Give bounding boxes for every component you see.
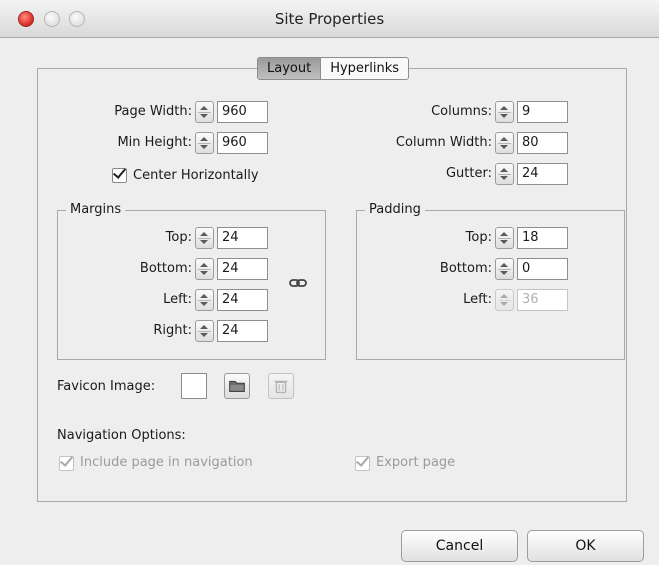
include-in-navigation-label: Include page in navigation xyxy=(80,455,253,470)
margins-group-title: Margins xyxy=(66,201,126,219)
tab-hyperlinks[interactable]: Hyperlinks xyxy=(320,58,408,79)
padding-left-label: Left: xyxy=(463,292,492,307)
margin-right-field[interactable]: 24 xyxy=(217,320,268,342)
include-in-navigation-checkbox[interactable] xyxy=(59,453,74,471)
margin-right-stepper[interactable] xyxy=(195,320,214,342)
page-width-stepper[interactable] xyxy=(195,101,214,123)
margin-top-field[interactable]: 24 xyxy=(217,227,268,249)
navigation-options-title: Navigation Options: xyxy=(57,428,186,443)
window-title: Site Properties xyxy=(274,10,385,28)
padding-left-field[interactable]: 36 xyxy=(517,289,568,311)
column-width-field[interactable]: 80 xyxy=(517,132,568,154)
browse-favicon-button[interactable] xyxy=(224,373,250,399)
page-width-label: Page Width: xyxy=(114,104,192,119)
padding-top-field[interactable]: 18 xyxy=(517,227,568,249)
link-icon[interactable] xyxy=(289,277,307,289)
favicon-preview xyxy=(181,373,207,399)
export-page-checkbox[interactable] xyxy=(355,453,370,471)
padding-left-stepper[interactable] xyxy=(495,289,514,311)
margin-top-label: Top: xyxy=(165,230,192,245)
center-horizontally-checkbox[interactable] xyxy=(112,165,127,183)
min-height-label: Min Height: xyxy=(117,135,192,150)
padding-bottom-field[interactable]: 0 xyxy=(517,258,568,280)
center-horizontally-label: Center Horizontally xyxy=(133,168,259,183)
title-bar: Site Properties xyxy=(0,0,659,38)
page-width-field[interactable]: 960 xyxy=(217,101,268,123)
margin-left-field[interactable]: 24 xyxy=(217,289,268,311)
min-height-stepper[interactable] xyxy=(195,132,214,154)
trash-icon xyxy=(274,380,288,394)
favicon-label: Favicon Image: xyxy=(57,379,156,394)
ok-button[interactable]: OK xyxy=(527,530,644,562)
gutter-stepper[interactable] xyxy=(495,163,514,185)
column-width-label: Column Width: xyxy=(395,135,492,150)
margin-bottom-stepper[interactable] xyxy=(195,258,214,280)
export-page-label: Export page xyxy=(376,455,456,470)
margin-bottom-label: Bottom: xyxy=(139,261,192,276)
margin-right-label: Right: xyxy=(153,323,192,338)
delete-favicon-button[interactable] xyxy=(268,373,294,399)
gutter-field[interactable]: 24 xyxy=(517,163,568,185)
padding-bottom-label: Bottom: xyxy=(439,261,492,276)
cancel-button[interactable]: Cancel xyxy=(401,530,518,562)
column-width-stepper[interactable] xyxy=(495,132,514,154)
margin-top-stepper[interactable] xyxy=(195,227,214,249)
tab-bar: Layout Hyperlinks xyxy=(257,57,410,80)
margin-bottom-field[interactable]: 24 xyxy=(217,258,268,280)
min-height-field[interactable]: 960 xyxy=(217,132,268,154)
gutter-label: Gutter: xyxy=(445,166,492,181)
folder-icon xyxy=(229,380,245,392)
columns-field[interactable]: 9 xyxy=(517,101,568,123)
padding-top-label: Top: xyxy=(465,230,492,245)
padding-bottom-stepper[interactable] xyxy=(495,258,514,280)
columns-stepper[interactable] xyxy=(495,101,514,123)
padding-top-stepper[interactable] xyxy=(495,227,514,249)
columns-label: Columns: xyxy=(431,104,492,119)
tab-layout[interactable]: Layout xyxy=(258,58,321,79)
margin-left-stepper[interactable] xyxy=(195,289,214,311)
margin-left-label: Left: xyxy=(163,292,192,307)
padding-group-title: Padding xyxy=(365,201,425,219)
